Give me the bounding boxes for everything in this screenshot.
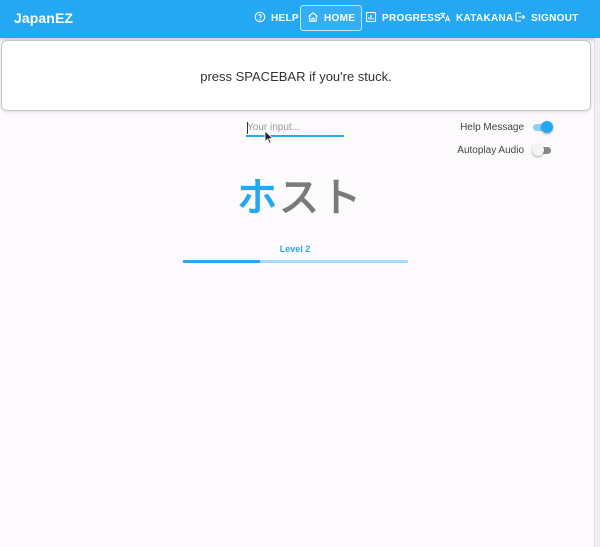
scrollbar[interactable] (594, 38, 600, 547)
nav-signout-label: SIGNOUT (531, 12, 579, 24)
nav-bar: HELP HOME PROGRESS KATAKANA SIGNOUT (0, 5, 600, 31)
nav-home-label: HOME (324, 12, 356, 24)
home-icon (307, 11, 319, 26)
app-bar: JapanEZ HELP HOME PROGRESS KATAKANA SIGN… (0, 0, 600, 38)
toggle-thumb (541, 121, 553, 133)
level-progress-fill (183, 260, 260, 263)
kana-remaining: スト (279, 175, 363, 221)
kana-typed: ホ (237, 175, 279, 221)
mouse-pointer-icon (264, 130, 274, 144)
help-circle-icon (254, 11, 266, 26)
help-message-setting: Help Message (460, 120, 553, 134)
answer-input[interactable] (246, 120, 344, 137)
help-message-label: Help Message (460, 121, 524, 133)
signout-icon (514, 11, 526, 26)
autoplay-audio-label: Autoplay Audio (457, 144, 524, 156)
nav-signout-button[interactable]: SIGNOUT (508, 5, 585, 31)
autoplay-audio-setting: Autoplay Audio (457, 143, 552, 157)
autoplay-audio-toggle[interactable] (532, 144, 552, 156)
level-label: Level 2 (279, 244, 311, 254)
translate-icon (439, 11, 451, 26)
kana-prompt: ホスト (0, 165, 600, 223)
hint-message: press SPACEBAR if you're stuck. (200, 69, 392, 84)
help-message-toggle[interactable] (532, 121, 553, 133)
hint-card: press SPACEBAR if you're stuck. (1, 40, 591, 111)
nav-help-button[interactable]: HELP (248, 5, 305, 31)
level-progress-bar (183, 260, 408, 263)
nav-katakana-button[interactable]: KATAKANA (433, 5, 520, 31)
nav-katakana-label: KATAKANA (456, 12, 514, 24)
chart-icon (365, 11, 377, 26)
nav-help-label: HELP (271, 12, 299, 24)
text-caret (247, 122, 248, 134)
toggle-thumb (532, 144, 544, 156)
nav-home-button[interactable]: HOME (300, 5, 362, 31)
